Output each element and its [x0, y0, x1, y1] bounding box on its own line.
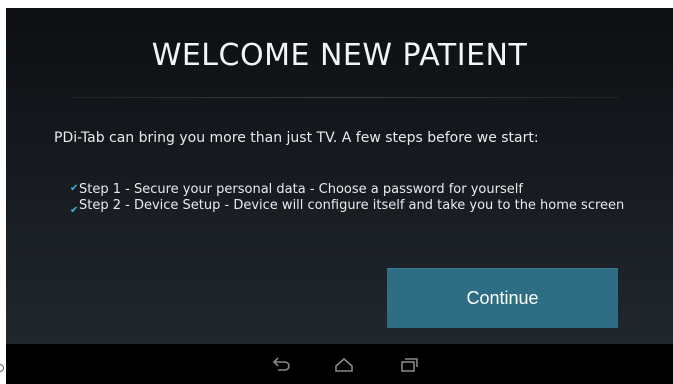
corner-dot: [0, 364, 4, 372]
step-item-2: ✔ Step 2 - Device Setup - Device will co…: [70, 198, 630, 216]
home-icon[interactable]: [333, 356, 355, 374]
step-item-1: ✔ Step 1 - Secure your personal data - C…: [70, 182, 630, 198]
recent-apps-icon[interactable]: [397, 356, 419, 374]
title-divider: [70, 97, 620, 98]
continue-button[interactable]: Continue: [387, 268, 618, 328]
intro-text: PDi-Tab can bring you more than just TV.…: [54, 130, 539, 146]
step-2-label: Step 2 - Device Setup - Device will conf…: [79, 198, 625, 213]
check-icon: ✔: [70, 205, 79, 216]
back-icon[interactable]: [270, 356, 292, 374]
navigation-bar: [6, 344, 673, 384]
page-title: WELCOME NEW PATIENT: [151, 38, 528, 73]
step-1-label: Step 1 - Secure your personal data - Cho…: [79, 182, 523, 197]
steps-list: ✔ Step 1 - Secure your personal data - C…: [70, 182, 630, 216]
welcome-screen: WELCOME NEW PATIENT PDi-Tab can bring yo…: [6, 8, 673, 384]
check-icon: ✔: [70, 183, 79, 194]
